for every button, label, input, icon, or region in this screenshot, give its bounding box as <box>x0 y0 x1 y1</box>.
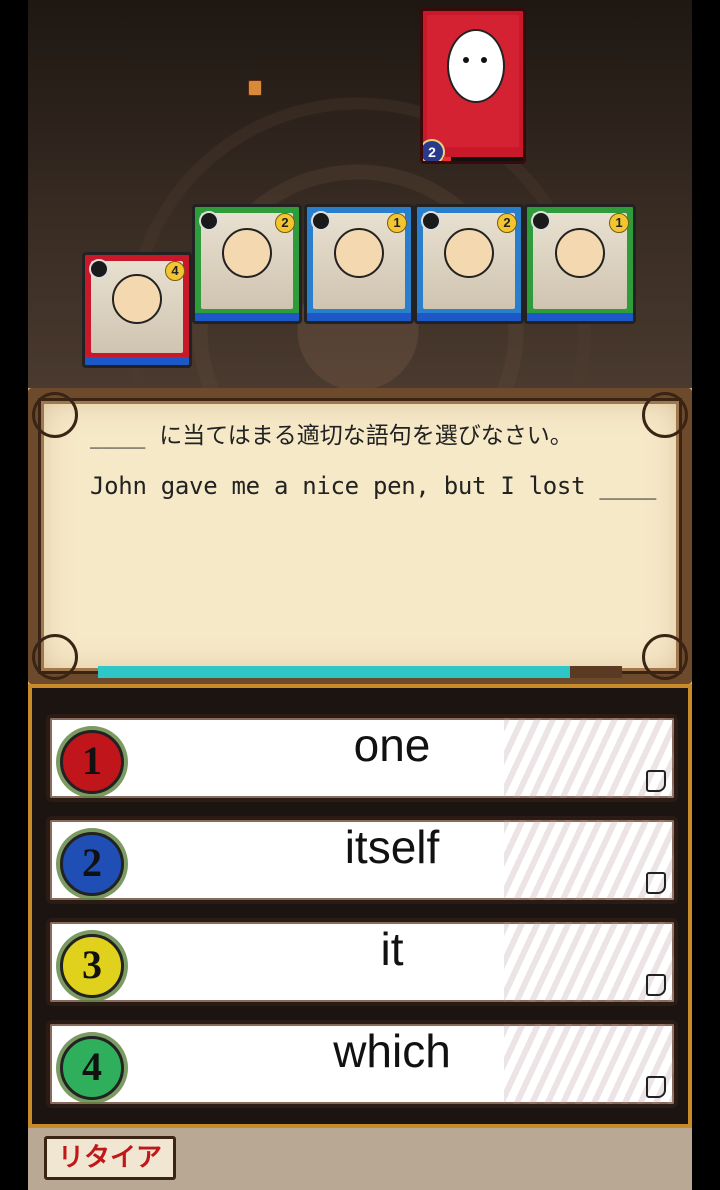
card-hp-bar <box>307 313 411 321</box>
enemy-card[interactable]: 2 <box>420 8 526 164</box>
answer-option-4[interactable]: 4 which <box>46 1020 678 1108</box>
enemy-level-badge: 2 <box>423 139 445 161</box>
footer-bar: リタイア <box>28 1128 692 1190</box>
question-panel: ____ に当てはまる適切な語句を選びなさい。 John gave me a n… <box>28 388 692 684</box>
card-hp-bar <box>85 357 189 365</box>
enemy-hp-fill <box>443 157 451 161</box>
card-hp-bar <box>195 313 299 321</box>
element-icon <box>199 211 219 231</box>
frame-ornament-icon <box>32 634 78 680</box>
card-cost-badge: 1 <box>387 213 407 233</box>
character-icon <box>112 274 162 324</box>
party-card-3[interactable]: 1 <box>304 204 414 324</box>
answer-label: it <box>380 923 404 975</box>
character-icon <box>334 227 384 278</box>
character-icon <box>555 227 605 278</box>
enemy-hp-bar <box>443 157 523 161</box>
answer-option-1[interactable]: 1 one <box>46 714 678 802</box>
frame-ornament-icon <box>642 634 688 680</box>
card-corner-icon <box>646 770 666 792</box>
number-3-badge-icon: 3 <box>60 934 124 998</box>
element-icon <box>421 211 441 231</box>
answer-label: itself <box>344 821 440 873</box>
question-instruction: ____ に当てはまる適切な語句を選びなさい。 <box>90 423 573 449</box>
character-icon <box>222 227 272 278</box>
frame-ornament-icon <box>32 392 78 438</box>
number-4-badge-icon: 4 <box>60 1036 124 1100</box>
card-corner-icon <box>646 872 666 894</box>
element-icon <box>89 259 109 279</box>
retire-button[interactable]: リタイア <box>44 1136 176 1180</box>
timer-bar <box>98 666 622 678</box>
game-screen: 2 4 2 1 2 1 ____ に当てはまる適切な語句を選びなさい。 John gav… <box>28 0 692 1190</box>
character-icon <box>444 227 494 278</box>
answer-option-2[interactable]: 2 itself <box>46 816 678 904</box>
answer-list: 1 one 2 itself 3 it 4 which <box>28 684 692 1128</box>
number-2-badge-icon: 2 <box>60 832 124 896</box>
item-marker-icon <box>248 80 262 96</box>
answer-label: one <box>353 719 431 771</box>
card-cost-badge: 2 <box>497 213 517 233</box>
enemy-character-icon <box>447 29 505 103</box>
element-icon <box>311 211 331 231</box>
element-icon <box>531 211 551 231</box>
card-cost-badge: 2 <box>275 213 295 233</box>
question-sentence: John gave me a nice pen, but I lost ____ <box>90 472 656 500</box>
number-1-badge-icon: 1 <box>60 730 124 794</box>
card-hp-bar <box>417 313 521 321</box>
frame-ornament-icon <box>642 392 688 438</box>
party-card-5[interactable]: 1 <box>524 204 636 324</box>
card-hp-bar <box>527 313 633 321</box>
card-corner-icon <box>646 1076 666 1098</box>
card-cost-badge: 1 <box>609 213 629 233</box>
answer-option-3[interactable]: 3 it <box>46 918 678 1006</box>
party-card-1[interactable]: 4 <box>82 252 192 368</box>
party-card-4[interactable]: 2 <box>414 204 524 324</box>
card-cost-badge: 4 <box>165 261 185 281</box>
answer-label: which <box>333 1025 451 1077</box>
timer-fill <box>98 666 570 678</box>
party-card-2[interactable]: 2 <box>192 204 302 324</box>
card-corner-icon <box>646 974 666 996</box>
battle-field: 2 4 2 1 2 1 <box>28 0 692 390</box>
